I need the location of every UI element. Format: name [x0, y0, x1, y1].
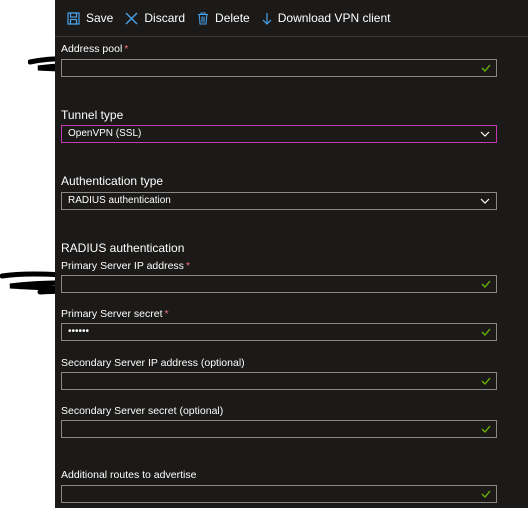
delete-label: Delete: [215, 11, 250, 25]
required-marker: *: [124, 43, 129, 55]
tunnel-type-dropdown[interactable]: OpenVPN (SSL): [61, 125, 497, 143]
secondary-server-ip-input[interactable]: [61, 372, 497, 390]
tunnel-type-label: Tunnel type: [61, 108, 124, 122]
download-arrow-icon: [262, 12, 272, 25]
checkmark-icon: [481, 328, 491, 336]
authentication-type-value: RADIUS authentication: [68, 195, 171, 206]
toolbar-divider: [55, 36, 528, 37]
address-pool-label: Address pool *: [61, 43, 129, 55]
save-label: Save: [86, 11, 114, 25]
checkmark-icon: [481, 377, 491, 385]
delete-button[interactable]: Delete: [191, 0, 256, 36]
primary-server-ip-input[interactable]: [61, 275, 497, 293]
address-pool-input[interactable]: [61, 59, 497, 77]
discard-label: Discard: [144, 11, 186, 25]
checkmark-icon: [481, 425, 491, 433]
checkmark-icon: [481, 64, 491, 72]
chevron-down-icon: [480, 198, 490, 204]
command-bar: Save Discard Delete Download VPN client: [55, 0, 528, 36]
save-icon: [67, 11, 80, 25]
tunnel-type-value: OpenVPN (SSL): [68, 128, 142, 139]
required-marker: *: [164, 308, 169, 320]
authentication-type-dropdown[interactable]: RADIUS authentication: [61, 192, 497, 210]
secondary-server-secret-label: Secondary Server secret (optional): [61, 405, 224, 417]
primary-server-secret-label: Primary Server secret *: [61, 308, 169, 320]
download-label: Download VPN client: [277, 11, 391, 25]
checkmark-icon: [481, 280, 491, 288]
radius-section-heading: RADIUS authentication: [61, 241, 185, 255]
authentication-type-label: Authentication type: [61, 174, 164, 188]
primary-server-secret-input[interactable]: ••••••: [61, 323, 497, 341]
primary-server-secret-value: ••••••: [68, 326, 90, 337]
vpn-config-panel: Save Discard Delete Download VPN client …: [55, 0, 528, 508]
required-marker: *: [185, 260, 191, 272]
trash-icon: [198, 11, 209, 25]
secondary-server-secret-input[interactable]: [61, 420, 497, 438]
additional-routes-label: Additional routes to advertise: [61, 469, 197, 481]
save-button[interactable]: Save: [61, 0, 119, 36]
primary-server-ip-label: Primary Server IP address *: [61, 260, 191, 272]
secondary-server-ip-label: Secondary Server IP address (optional): [61, 357, 245, 369]
download-vpn-client-button[interactable]: Download VPN client: [256, 0, 397, 36]
checkmark-icon: [481, 490, 491, 498]
discard-icon: [125, 12, 138, 24]
discard-button[interactable]: Discard: [119, 0, 191, 36]
additional-routes-input[interactable]: [61, 485, 497, 503]
chevron-down-icon: [480, 131, 490, 137]
